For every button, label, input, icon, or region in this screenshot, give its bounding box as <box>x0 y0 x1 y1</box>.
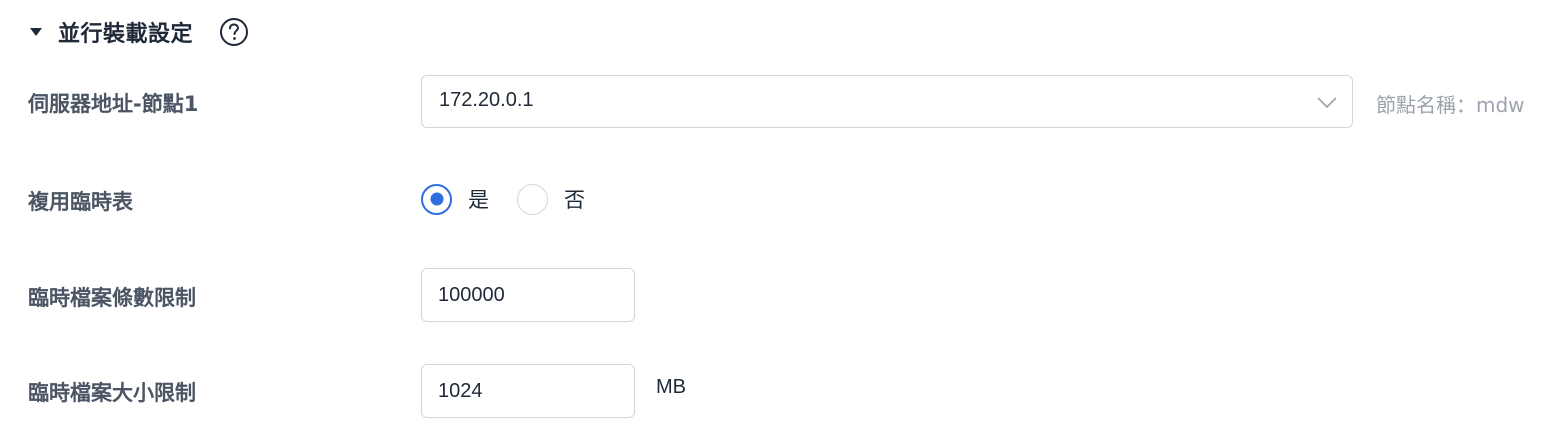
radio-option-yes[interactable]: 是 <box>421 183 489 215</box>
node-name-hint: 節點名稱：mdw <box>1376 93 1525 117</box>
server-address-value: 172.20.0.1 <box>439 89 534 111</box>
temp-file-row-limit-input[interactable] <box>421 268 635 322</box>
radio-no-label: 否 <box>564 188 585 212</box>
radio-yes-indicator[interactable] <box>421 183 452 215</box>
radio-yes-label: 是 <box>468 188 489 212</box>
server-address-select[interactable]: 172.20.0.1 <box>421 75 1353 128</box>
temp-file-size-limit-input[interactable] <box>421 364 635 418</box>
caret-down-icon[interactable] <box>28 24 44 40</box>
reuse-temp-table-label: 複用臨時表 <box>28 190 133 214</box>
temp-file-size-limit-label: 臨時檔案大小限制 <box>28 381 196 405</box>
section-title: 並行裝載設定 <box>58 22 194 47</box>
chevron-down-icon <box>1316 91 1338 113</box>
temp-file-row-limit-label: 臨時檔案條數限制 <box>28 286 196 310</box>
size-unit-label: MB <box>656 376 686 398</box>
radio-option-no[interactable]: 否 <box>517 183 585 215</box>
reuse-temp-table-radio-group: 是 否 <box>421 182 613 216</box>
server-address-label: 伺服器地址-節點1 <box>28 92 199 116</box>
section-header: 並行裝載設定 <box>28 14 249 50</box>
radio-no-indicator[interactable] <box>517 183 548 215</box>
question-circle-icon[interactable] <box>219 17 249 47</box>
